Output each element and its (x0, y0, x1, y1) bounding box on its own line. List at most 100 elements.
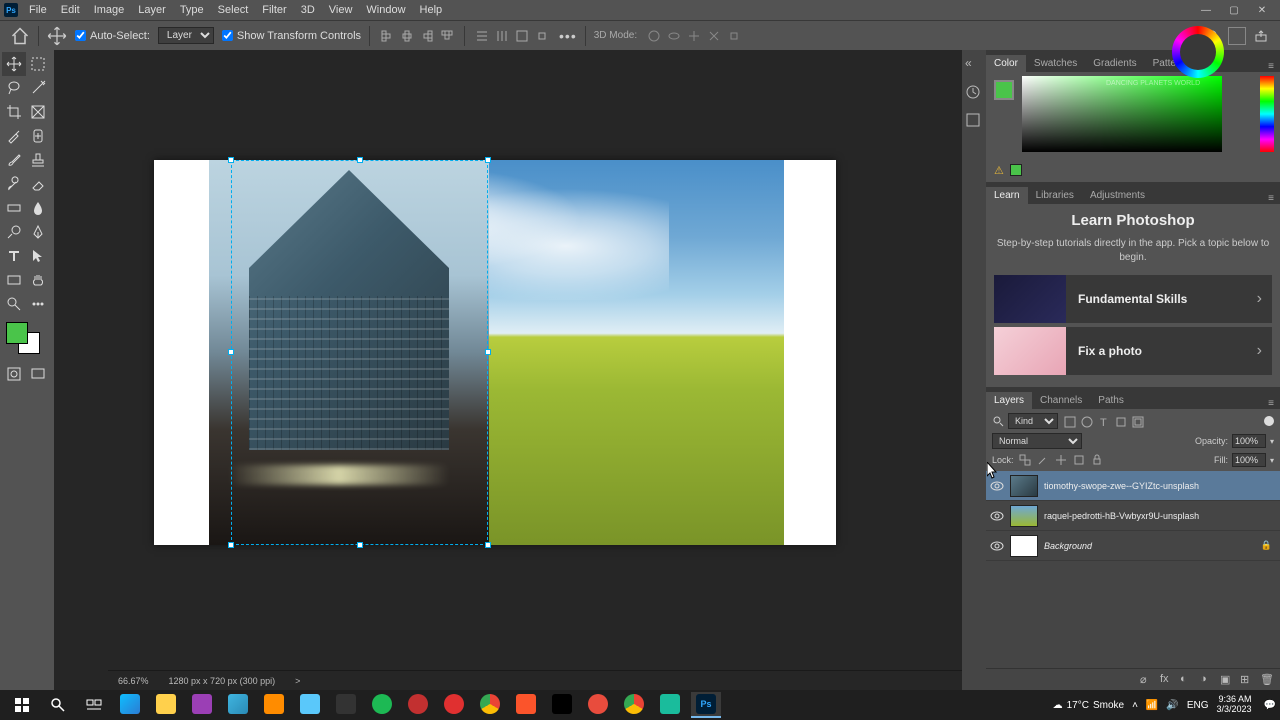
taskbar-app-photos[interactable] (223, 692, 253, 718)
healing-tool[interactable] (26, 124, 50, 148)
eyedropper-tool[interactable] (2, 124, 26, 148)
opacity-input[interactable] (1232, 434, 1266, 448)
align-top-icon[interactable] (438, 27, 456, 45)
foreground-color-swatch[interactable] (6, 322, 28, 344)
menu-edit[interactable]: Edit (54, 4, 87, 16)
taskbar-app-red2[interactable] (439, 692, 469, 718)
workspace-icon[interactable] (1228, 27, 1246, 45)
fill-dropdown-icon[interactable]: ▾ (1270, 456, 1274, 465)
lock-position-icon[interactable] (1054, 453, 1068, 467)
move-tool[interactable] (2, 52, 26, 76)
filter-type-icon[interactable]: T (1096, 414, 1110, 428)
layer-thumbnail[interactable] (1010, 535, 1038, 557)
taskbar-app-teal[interactable] (655, 692, 685, 718)
window-close-button[interactable]: ✕ (1248, 0, 1276, 20)
layer-visibility-icon[interactable] (990, 539, 1004, 553)
filter-shape-icon[interactable] (1113, 414, 1127, 428)
taskbar-tray-chevron-icon[interactable]: ˄ (1132, 700, 1138, 711)
learn-card-fix-a-photo[interactable]: Fix a photo › (994, 327, 1272, 375)
type-tool[interactable] (2, 244, 26, 268)
properties-dock-icon[interactable] (965, 112, 983, 130)
tab-learn[interactable]: Learn (986, 187, 1028, 204)
rectangle-tool[interactable] (2, 268, 26, 292)
taskbar-app-green[interactable] (367, 692, 397, 718)
taskbar-volume-icon[interactable]: 🔊 (1166, 700, 1178, 711)
layer-filter-kind[interactable]: Kind (1008, 413, 1058, 429)
tab-color[interactable]: Color (986, 55, 1026, 72)
taskbar-app-video[interactable] (331, 692, 361, 718)
history-brush-tool[interactable] (2, 172, 26, 196)
taskbar-app-chrome[interactable] (475, 692, 505, 718)
layer-visibility-icon[interactable] (990, 479, 1004, 493)
taskbar-app-chrome2[interactable] (619, 692, 649, 718)
new-layer-icon[interactable]: ⊞ (1240, 673, 1254, 687)
taskbar-app-notepad[interactable] (295, 692, 325, 718)
3d-pan-icon[interactable] (685, 27, 703, 45)
taskbar-wifi-icon[interactable]: 📶 (1146, 700, 1158, 711)
menu-window[interactable]: Window (359, 4, 412, 16)
layer-row[interactable]: raquel-pedrotti-hB-Vwbyxr9U-unsplash (986, 501, 1280, 531)
hand-tool[interactable] (26, 268, 50, 292)
layer-thumbnail[interactable] (1010, 475, 1038, 497)
edit-toolbar-icon[interactable] (26, 292, 50, 316)
lock-all-icon[interactable] (1090, 453, 1104, 467)
taskbar-app-notion[interactable] (583, 692, 613, 718)
tab-channels[interactable]: Channels (1032, 392, 1090, 409)
tab-adjustments[interactable]: Adjustments (1082, 187, 1153, 204)
3d-orbit-icon[interactable] (645, 27, 663, 45)
layer-group-icon[interactable]: ▣ (1220, 673, 1234, 687)
transform-handle-br[interactable] (485, 542, 491, 548)
tab-gradients[interactable]: Gradients (1085, 55, 1144, 72)
taskbar-language[interactable]: ENG (1187, 700, 1209, 711)
taskbar-app-tiktok[interactable] (547, 692, 577, 718)
window-maximize-button[interactable]: ▢ (1220, 0, 1248, 20)
layer-name[interactable]: Background (1044, 541, 1255, 551)
document-dimensions[interactable]: 1280 px x 720 px (300 ppi) (169, 676, 276, 686)
auto-select-checkbox[interactable]: Auto-Select: (75, 30, 150, 42)
eraser-tool[interactable] (26, 172, 50, 196)
taskbar-app-brave[interactable] (511, 692, 541, 718)
layers-panel-menu-icon[interactable]: ≡ (1262, 398, 1280, 409)
blend-mode-select[interactable]: Normal (992, 433, 1082, 449)
tab-paths[interactable]: Paths (1090, 392, 1132, 409)
color-field[interactable] (1022, 76, 1222, 152)
taskbar-app-purple[interactable] (187, 692, 217, 718)
layer-name[interactable]: raquel-pedrotti-hB-Vwbyxr9U-unsplash (1044, 511, 1276, 521)
transform-handle-ml[interactable] (228, 349, 234, 355)
canvas-area[interactable]: 66.67% 1280 px x 720 px (300 ppi) > (54, 50, 962, 690)
transform-handle-tl[interactable] (228, 157, 234, 163)
gradient-tool[interactable] (2, 196, 26, 220)
align-right-icon[interactable] (418, 27, 436, 45)
status-arrow-icon[interactable]: > (295, 676, 300, 686)
layer-visibility-icon[interactable] (990, 509, 1004, 523)
menu-view[interactable]: View (322, 4, 360, 16)
expand-dock-icon[interactable]: « (965, 56, 983, 74)
show-transform-checkbox[interactable]: Show Transform Controls (222, 30, 361, 42)
lock-pixels-icon[interactable] (1036, 453, 1050, 467)
distribute-left-icon[interactable] (533, 27, 551, 45)
lock-icon[interactable]: 🔒 (1261, 540, 1276, 551)
layer-image-building[interactable] (209, 160, 489, 545)
menu-file[interactable]: File (22, 4, 54, 16)
link-layers-icon[interactable]: ⌀ (1140, 673, 1154, 687)
3d-zoom-icon[interactable] (725, 27, 743, 45)
filter-toggle[interactable] (1264, 416, 1274, 426)
learn-card-fundamental-skills[interactable]: Fundamental Skills › (994, 275, 1272, 323)
menu-filter[interactable]: Filter (255, 4, 293, 16)
taskbar-notifications-icon[interactable]: 💬 (1264, 700, 1276, 711)
transform-handle-tc[interactable] (357, 157, 363, 163)
window-minimize-button[interactable]: — (1192, 0, 1220, 20)
taskbar-app-vlc[interactable] (259, 692, 289, 718)
distribute-bottom-icon[interactable] (513, 27, 531, 45)
filter-smart-icon[interactable] (1130, 414, 1144, 428)
tab-layers[interactable]: Layers (986, 392, 1032, 409)
taskbar-clock[interactable]: 9:36 AM 3/3/2023 (1217, 695, 1256, 715)
3d-roll-icon[interactable] (665, 27, 683, 45)
more-options-icon[interactable]: ••• (559, 28, 577, 44)
pen-tool[interactable] (26, 220, 50, 244)
screen-mode-icon[interactable] (26, 362, 50, 386)
gamut-warning-icon[interactable]: ⚠ (994, 164, 1006, 176)
wand-tool[interactable] (26, 76, 50, 100)
color-swatches[interactable] (2, 322, 52, 362)
filter-adjustment-icon[interactable] (1079, 414, 1093, 428)
